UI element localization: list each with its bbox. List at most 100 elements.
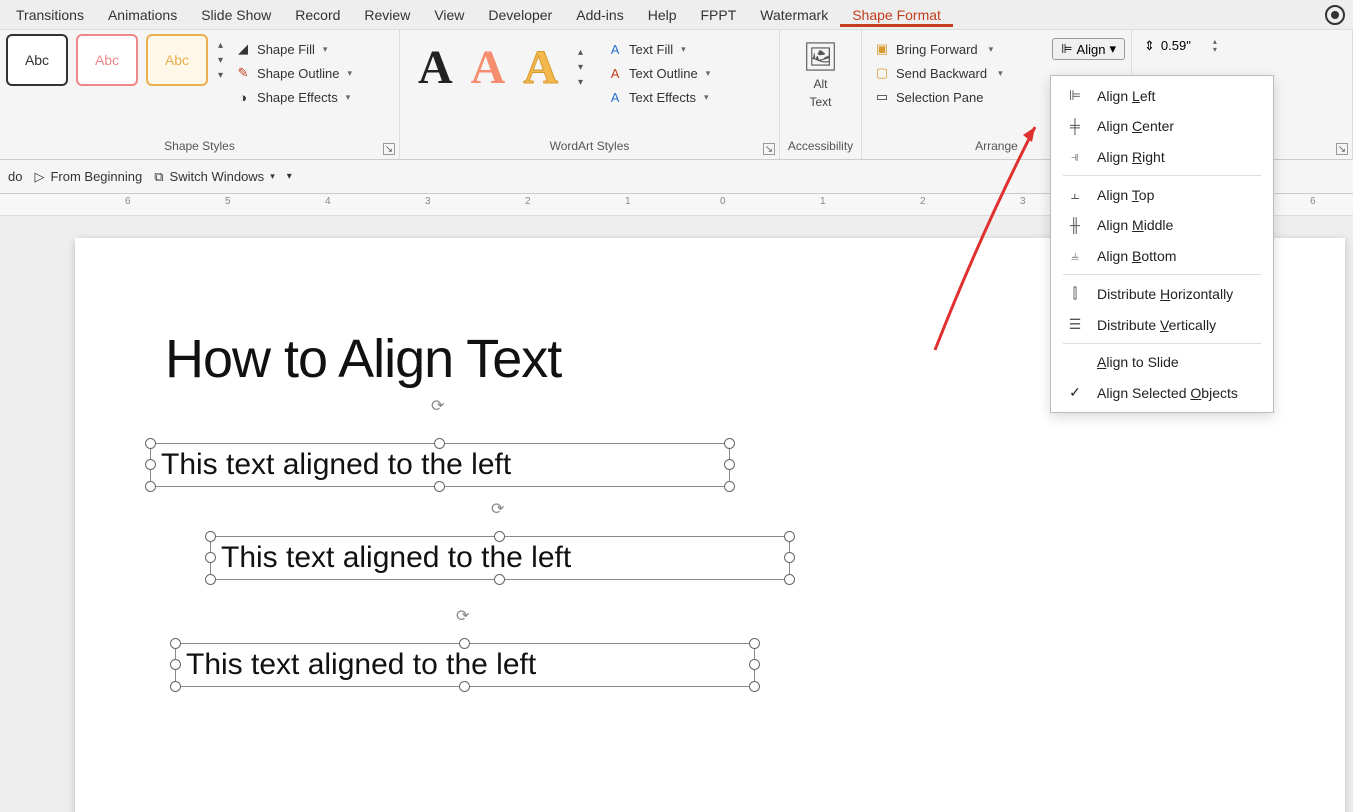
align-center-label: Align Center bbox=[1097, 118, 1174, 134]
tab-developer[interactable]: Developer bbox=[476, 3, 564, 27]
text-effects-icon: A bbox=[607, 89, 623, 105]
dialog-launcher[interactable]: ↘ bbox=[383, 143, 395, 155]
switch-windows-button[interactable]: ⧉ Switch Windows ▾ bbox=[154, 169, 274, 185]
alt-text-icon: 🖼 bbox=[803, 40, 839, 73]
shape-effects-button[interactable]: ◑ Shape Effects ▾ bbox=[229, 86, 358, 108]
shape-height-field[interactable]: ⇕ ▴▾ bbox=[1138, 34, 1223, 57]
resize-handle[interactable] bbox=[145, 459, 156, 470]
tab-fppt[interactable]: FPPT bbox=[689, 3, 749, 27]
resize-handle[interactable] bbox=[434, 481, 445, 492]
resize-handle[interactable] bbox=[724, 481, 735, 492]
resize-handle[interactable] bbox=[749, 638, 760, 649]
tab-slide-show[interactable]: Slide Show bbox=[189, 3, 283, 27]
wordart-preset-1[interactable]: A bbox=[418, 40, 453, 95]
align-to-slide-item[interactable]: Align to Slide bbox=[1051, 347, 1273, 377]
height-spinner[interactable]: ▴▾ bbox=[1213, 38, 1217, 54]
chevron-down-icon[interactable]: ▾ bbox=[993, 66, 1007, 81]
rotate-handle-icon[interactable]: ⟳ bbox=[491, 499, 509, 517]
alt-text-label-2: Text bbox=[809, 95, 831, 109]
tab-transitions[interactable]: Transitions bbox=[4, 3, 96, 27]
align-selected-item[interactable]: ✓ Align Selected Objects bbox=[1051, 377, 1273, 408]
resize-handle[interactable] bbox=[145, 438, 156, 449]
align-left-label: Align Left bbox=[1097, 88, 1155, 104]
align-button[interactable]: ⊫ Align ▾ bbox=[1052, 38, 1125, 60]
align-center-item[interactable]: ╪ Align Center bbox=[1051, 111, 1273, 141]
shape-style-preset-3[interactable]: Abc bbox=[146, 34, 208, 86]
chevron-down-icon[interactable]: ▾ bbox=[984, 42, 998, 57]
distribute-horizontal-item[interactable]: ⫿ Distribute Horizontally bbox=[1051, 278, 1273, 309]
record-indicator-icon[interactable] bbox=[1325, 5, 1345, 25]
height-icon: ⇕ bbox=[1144, 38, 1155, 54]
textbox-3[interactable]: ⟳ This text aligned to the left bbox=[175, 643, 755, 687]
resize-handle[interactable] bbox=[784, 552, 795, 563]
ruler-tick: 4 bbox=[325, 196, 331, 207]
align-top-item[interactable]: ⫠ Align Top bbox=[1051, 179, 1273, 210]
redo-button[interactable]: do bbox=[8, 169, 22, 184]
resize-handle[interactable] bbox=[205, 574, 216, 585]
wordart-preset-2[interactable]: A bbox=[471, 40, 506, 95]
resize-handle[interactable] bbox=[170, 681, 181, 692]
resize-handle[interactable] bbox=[205, 552, 216, 563]
chevron-down-icon: ▾ bbox=[347, 68, 352, 79]
shape-style-preset-1[interactable]: Abc bbox=[6, 34, 68, 86]
tab-shape-format[interactable]: Shape Format bbox=[840, 3, 953, 27]
resize-handle[interactable] bbox=[749, 659, 760, 670]
tab-view[interactable]: View bbox=[422, 3, 476, 27]
resize-handle[interactable] bbox=[784, 574, 795, 585]
align-bottom-item[interactable]: ⫨ Align Bottom bbox=[1051, 240, 1273, 271]
resize-handle[interactable] bbox=[170, 659, 181, 670]
resize-handle[interactable] bbox=[459, 681, 470, 692]
tab-record[interactable]: Record bbox=[283, 3, 352, 27]
align-right-item[interactable]: ⫣ Align Right bbox=[1051, 141, 1273, 172]
bring-forward-button[interactable]: ▣ Bring Forward ▾ bbox=[868, 38, 1046, 60]
wordart-gallery[interactable]: A A A ▴▾▾ bbox=[406, 34, 595, 101]
rotate-handle-icon[interactable]: ⟳ bbox=[456, 606, 474, 624]
resize-handle[interactable] bbox=[205, 531, 216, 542]
slide-title[interactable]: How to Align Text bbox=[165, 328, 561, 390]
resize-handle[interactable] bbox=[724, 459, 735, 470]
shape-height-input[interactable] bbox=[1159, 36, 1209, 55]
resize-handle[interactable] bbox=[434, 438, 445, 449]
align-middle-item[interactable]: ╫ Align Middle bbox=[1051, 210, 1273, 240]
textbox-1[interactable]: ⟳ This text aligned to the left bbox=[150, 443, 730, 487]
resize-handle[interactable] bbox=[749, 681, 760, 692]
dialog-launcher[interactable]: ↘ bbox=[763, 143, 775, 155]
tab-review[interactable]: Review bbox=[352, 3, 422, 27]
resize-handle[interactable] bbox=[784, 531, 795, 542]
qat-overflow[interactable]: ▾ bbox=[287, 171, 292, 182]
shape-effects-label: Shape Effects bbox=[257, 90, 338, 105]
bring-forward-label: Bring Forward bbox=[896, 42, 978, 57]
rotate-handle-icon[interactable]: ⟳ bbox=[431, 396, 449, 414]
shape-style-gallery[interactable]: Abc Abc Abc ▴▾▾ bbox=[6, 34, 223, 86]
shape-style-preset-2[interactable]: Abc bbox=[76, 34, 138, 86]
align-left-item[interactable]: ⊫ Align Left bbox=[1051, 80, 1273, 111]
text-effects-button[interactable]: A Text Effects ▾ bbox=[601, 86, 716, 108]
tab-animations[interactable]: Animations bbox=[96, 3, 189, 27]
shape-outline-button[interactable]: ✎ Shape Outline ▾ bbox=[229, 62, 358, 84]
text-fill-button[interactable]: A Text Fill ▾ bbox=[601, 38, 716, 60]
text-fill-label: Text Fill bbox=[629, 42, 673, 57]
resize-handle[interactable] bbox=[145, 481, 156, 492]
from-beginning-button[interactable]: ▷ From Beginning bbox=[34, 169, 142, 185]
tab-watermark[interactable]: Watermark bbox=[748, 3, 840, 27]
selection-pane-button[interactable]: ▭ Selection Pane bbox=[868, 86, 1046, 108]
shape-fill-button[interactable]: ◢ Shape Fill ▾ bbox=[229, 38, 358, 60]
shape-style-more[interactable]: ▴▾▾ bbox=[218, 40, 223, 81]
send-backward-button[interactable]: ▢ Send Backward ▾ bbox=[868, 62, 1046, 84]
distribute-vertical-item[interactable]: ☰ Distribute Vertically bbox=[1051, 309, 1273, 340]
alt-text-button[interactable]: 🖼 Alt Text bbox=[793, 34, 849, 115]
resize-handle[interactable] bbox=[724, 438, 735, 449]
text-outline-button[interactable]: A Text Outline ▾ bbox=[601, 62, 716, 84]
ruler-tick: 1 bbox=[625, 196, 631, 207]
align-top-label: Align Top bbox=[1097, 187, 1154, 203]
resize-handle[interactable] bbox=[494, 531, 505, 542]
wordart-preset-3[interactable]: A bbox=[523, 40, 558, 95]
dialog-launcher[interactable]: ↘ bbox=[1336, 143, 1348, 155]
resize-handle[interactable] bbox=[170, 638, 181, 649]
resize-handle[interactable] bbox=[459, 638, 470, 649]
wordart-more[interactable]: ▴▾▾ bbox=[578, 47, 583, 88]
textbox-2[interactable]: ⟳ This text aligned to the left bbox=[210, 536, 790, 580]
resize-handle[interactable] bbox=[494, 574, 505, 585]
tab-help[interactable]: Help bbox=[636, 3, 689, 27]
tab-add-ins[interactable]: Add-ins bbox=[564, 3, 635, 27]
